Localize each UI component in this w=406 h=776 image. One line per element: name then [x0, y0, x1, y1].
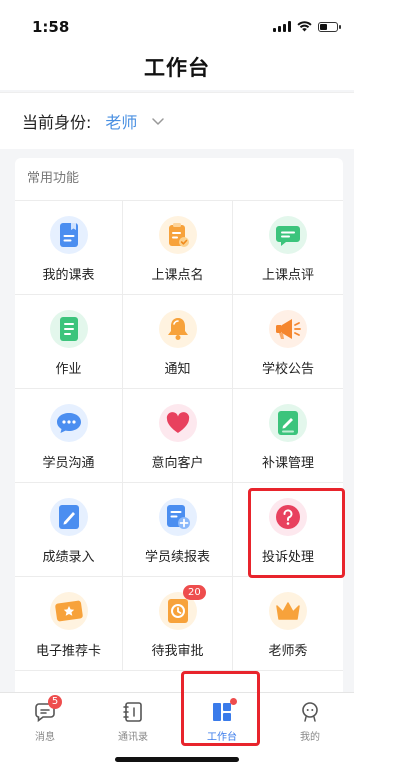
- function-student-communication[interactable]: 学员沟通: [15, 389, 123, 483]
- function-complaint-handling[interactable]: 投诉处理: [233, 483, 343, 577]
- function-makeup-class-management[interactable]: 补课管理: [233, 389, 343, 483]
- signal-icon: [273, 21, 291, 32]
- page-title: 工作台: [144, 56, 210, 80]
- function-notice[interactable]: 通知: [123, 295, 233, 389]
- function-label: 投诉处理: [261, 550, 314, 565]
- bell-icon: [158, 310, 197, 348]
- function-label: 学员续报表: [144, 550, 210, 565]
- star-card-icon: [49, 592, 88, 630]
- common-functions-card: 常用功能 我的课表 上课点名 上课点评 作业 通知 学校公告 学员沟通 意向客户…: [15, 158, 343, 698]
- function-label: 我的课表: [42, 268, 95, 283]
- home-indicator: [115, 757, 239, 762]
- roll-call-icon: [158, 216, 197, 254]
- function-school-announcement[interactable]: 学校公告: [233, 295, 343, 389]
- function-label: 老师秀: [268, 644, 308, 659]
- chevron-down-icon[interactable]: [151, 114, 165, 128]
- pen-icon: [49, 498, 88, 536]
- function-label: 意向客户: [151, 456, 204, 471]
- tab-profile[interactable]: 我的: [275, 701, 345, 743]
- function-prospective-customers[interactable]: 意向客户: [123, 389, 233, 483]
- phone-screen: 1:58 工作台 当前身份: 老师 常用功能 我的课表 上课点名 上课点评 作业…: [0, 0, 354, 776]
- homework-icon: [49, 310, 88, 348]
- function-label: 上课点名: [151, 268, 204, 283]
- function-label: 待我审批: [151, 644, 204, 659]
- bottom-tab-bar: 5 消息 通讯录 工作台 我的: [0, 692, 354, 776]
- function-roll-call[interactable]: 上课点名: [123, 201, 233, 295]
- function-label: 通知: [164, 362, 191, 377]
- heart-icon: [158, 404, 197, 442]
- function-pending-approval[interactable]: 20 待我审批: [123, 577, 233, 671]
- approval-count-badge: 20: [183, 585, 206, 600]
- function-my-schedule[interactable]: 我的课表: [15, 201, 123, 295]
- identity-selector[interactable]: 当前身份: 老师: [0, 92, 354, 149]
- tab-label: 工作台: [207, 732, 237, 743]
- contacts-icon: [122, 701, 144, 723]
- section-title: 常用功能: [27, 171, 80, 186]
- workbench-icon: [211, 698, 237, 723]
- function-label: 电子推荐卡: [35, 644, 101, 659]
- profile-icon: [299, 701, 321, 723]
- function-homework[interactable]: 作业: [15, 295, 123, 389]
- function-grid: 我的课表 上课点名 上课点评 作业 通知 学校公告 学员沟通 意向客户 补课管理…: [15, 200, 343, 671]
- wifi-icon: [297, 21, 312, 32]
- schedule-icon: [49, 216, 88, 254]
- function-e-referral-card[interactable]: 电子推荐卡: [15, 577, 123, 671]
- megaphone-icon: [269, 310, 307, 348]
- function-label: 学校公告: [261, 362, 314, 377]
- question-icon: [269, 498, 307, 536]
- tab-label: 通讯录: [118, 732, 148, 743]
- tab-label: 我的: [300, 732, 320, 743]
- makeup-class-icon: [269, 404, 307, 442]
- function-label: 上课点评: [261, 268, 314, 283]
- battery-icon: [318, 21, 341, 32]
- function-label: 成绩录入: [42, 550, 95, 565]
- page-header: 工作台: [0, 44, 354, 90]
- function-student-renewal-report[interactable]: 学员续报表: [123, 483, 233, 577]
- tab-label: 消息: [35, 732, 55, 743]
- workbench-dot: [230, 698, 237, 705]
- function-label: 补课管理: [261, 456, 314, 471]
- status-time: 1:58: [32, 18, 70, 36]
- function-teacher-show[interactable]: 老师秀: [233, 577, 343, 671]
- status-bar: 1:58: [0, 0, 354, 44]
- tab-contacts[interactable]: 通讯录: [98, 701, 168, 743]
- message-icon: 5: [34, 695, 62, 723]
- identity-value[interactable]: 老师: [105, 109, 137, 133]
- crown-icon: [269, 592, 307, 630]
- status-icons: [273, 21, 341, 32]
- renewal-report-icon: [158, 498, 197, 536]
- messages-badge: 5: [48, 695, 62, 709]
- identity-label: 当前身份:: [22, 113, 92, 132]
- comment-icon: [269, 216, 307, 254]
- function-label: 学员沟通: [42, 456, 95, 471]
- function-class-comment[interactable]: 上课点评: [233, 201, 343, 295]
- function-label: 作业: [55, 362, 82, 377]
- tab-messages[interactable]: 5 消息: [10, 695, 80, 743]
- tab-workbench[interactable]: 工作台: [187, 698, 257, 743]
- chat-icon: [49, 404, 88, 442]
- function-grade-entry[interactable]: 成绩录入: [15, 483, 123, 577]
